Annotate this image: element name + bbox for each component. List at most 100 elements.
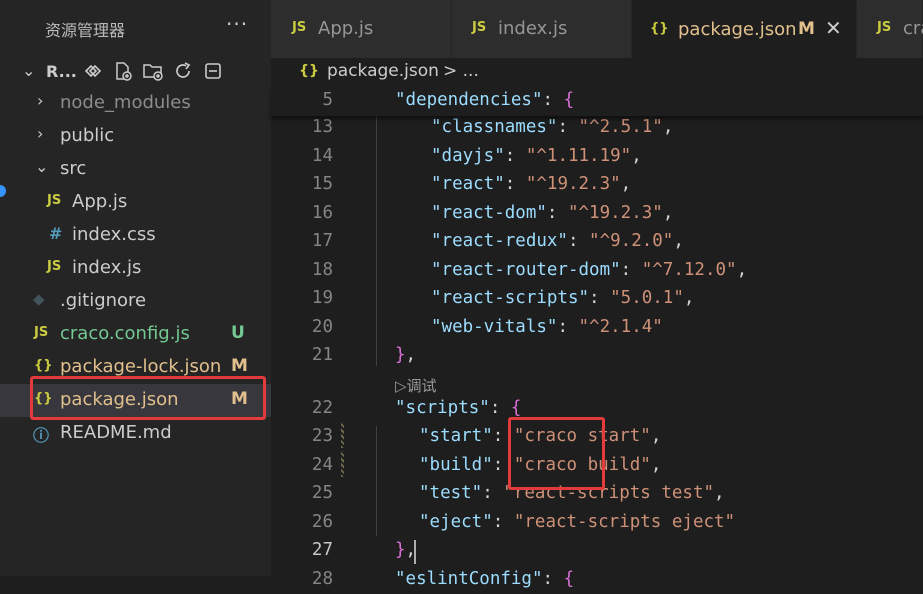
sticky-scroll-header[interactable]: 5 "dependencies": { [271,86,923,116]
tab-label: package.json [678,19,797,40]
breadcrumb-rest[interactable]: > ... [443,61,479,81]
javascript-file-icon: JS [47,193,62,208]
tree-folder-public[interactable]: › public [0,120,271,153]
tree-file-readme[interactable]: ⓘ README.md [0,417,271,450]
javascript-file-icon: JS [34,325,49,340]
code-line: 26 "eject": "react-scripts eject" [271,508,923,537]
tab-craco-config[interactable]: JS cra [857,0,923,58]
tree-file-gitignore[interactable]: ◆ .gitignore [0,285,271,318]
json-key: "start" [419,426,493,446]
json-key: "classnames" [431,117,558,137]
json-key: "web-vitals" [431,317,558,337]
info-file-icon: ⓘ [33,426,50,445]
line-number: 5 [322,90,333,110]
bracket: { [563,90,575,110]
json-key: "dayjs" [431,146,505,166]
json-file-icon: {} [34,358,53,373]
tab-package-json[interactable]: {} package.json M ✕ [632,0,857,58]
css-file-icon: # [49,224,63,243]
json-value: "^1.11.19" [525,146,632,166]
explorer-title: 资源管理器 [45,21,126,40]
tree-item-label: src [60,158,87,179]
source-control-icon[interactable] [82,60,104,82]
code-line: 15 "react": "^19.2.3", [271,170,923,199]
line-number: 28 [311,569,333,589]
tree-item-label: node_modules [60,92,191,113]
code-editor[interactable]: 5 "dependencies": { 13 "classnames": "^2.… [271,86,923,589]
new-file-icon[interactable] [112,60,134,82]
json-file-icon: {} [299,63,319,79]
text-cursor [414,540,416,564]
collapse-all-icon[interactable] [202,60,224,82]
tree-folder-src[interactable]: ⌄ src [0,153,271,186]
project-name: R... [46,62,77,81]
tree-item-label: package-lock.json [60,356,222,377]
bracket: { [510,398,522,418]
json-value: "^2.1.4" [578,317,663,337]
javascript-file-icon: JS [47,259,62,274]
line-number: 19 [311,288,333,308]
line-number: 25 [311,483,333,503]
json-value: "^19.2.3" [525,174,621,194]
json-key: "eject" [419,512,493,532]
line-number: 24 [311,455,333,475]
json-value: "react-scripts eject" [513,512,736,532]
code-line: 19 "react-scripts": "5.0.1", [271,284,923,313]
tab-label: index.js [498,18,568,39]
tree-file-app-js[interactable]: JS App.js [0,186,271,219]
new-folder-icon[interactable] [142,60,164,82]
punctuation: , [405,345,417,365]
close-icon[interactable]: ✕ [825,16,842,40]
tree-folder-node-modules[interactable]: › node_modules [0,87,271,120]
git-file-icon: ◆ [33,290,45,308]
refresh-icon[interactable] [172,60,194,82]
json-key: "react-dom" [431,203,547,223]
line-number: 15 [311,174,333,194]
more-actions-icon[interactable]: ··· [226,12,248,36]
breadcrumb-file[interactable]: package.json [327,61,439,81]
bracket: { [563,569,575,589]
code-line: 27}, [271,536,923,565]
json-key: "test" [419,483,483,503]
tree-file-index-css[interactable]: # index.css [0,219,271,252]
chevron-down-icon: ⌄ [35,157,49,176]
json-key: "eslintConfig" [395,569,543,589]
json-key: "react-router-dom" [431,260,621,280]
tab-app-js[interactable]: JS App.js [271,0,452,58]
explorer-header: 资源管理器 ··· [0,0,271,58]
code-line: 21}, [271,341,923,370]
highlight-box [508,417,605,490]
bracket: } [395,345,406,365]
chevron-down-icon: ⌄ [22,61,36,80]
tree-item-label: index.js [72,257,142,278]
code-line: 13 "classnames": "^2.5.1", [271,113,923,142]
code-line: 5 "dependencies": { [271,86,923,115]
code-line: 20 "web-vitals": "^2.1.4" [271,313,923,342]
json-key: "react" [431,174,505,194]
code-line: 28 "eslintConfig": { [271,565,923,594]
javascript-file-icon: JS [292,20,307,35]
line-number: 18 [311,260,333,280]
line-number: 16 [311,203,333,223]
git-status-badge: M [231,356,248,376]
javascript-file-icon: JS [472,20,487,35]
tree-file-craco-config[interactable]: JS craco.config.js U [0,318,271,351]
json-key: "dependencies" [395,90,543,110]
json-key: "react-redux" [431,231,568,251]
debug-codelens[interactable]: ▷调试 [395,375,437,396]
tree-item-label: index.css [72,224,156,245]
json-value: "^7.12.0" [641,260,737,280]
tree-file-index-js[interactable]: JS index.js [0,252,271,285]
json-value: "^19.2.3" [567,203,663,223]
code-line: 14 "dayjs": "^1.11.19", [271,142,923,171]
line-number: 26 [311,512,333,532]
punctuation: : [542,569,564,589]
tree-item-label: README.md [60,422,172,443]
tab-index-js[interactable]: JS index.js [452,0,632,58]
json-key: "react-scripts" [431,288,590,308]
editor-tabs: JS App.js JS index.js {} package.json M … [271,0,923,58]
code-line: 17 "react-redux": "^9.2.0", [271,227,923,256]
line-number: 17 [311,231,333,251]
json-key: "build" [419,455,493,475]
punctuation: : [489,398,511,418]
